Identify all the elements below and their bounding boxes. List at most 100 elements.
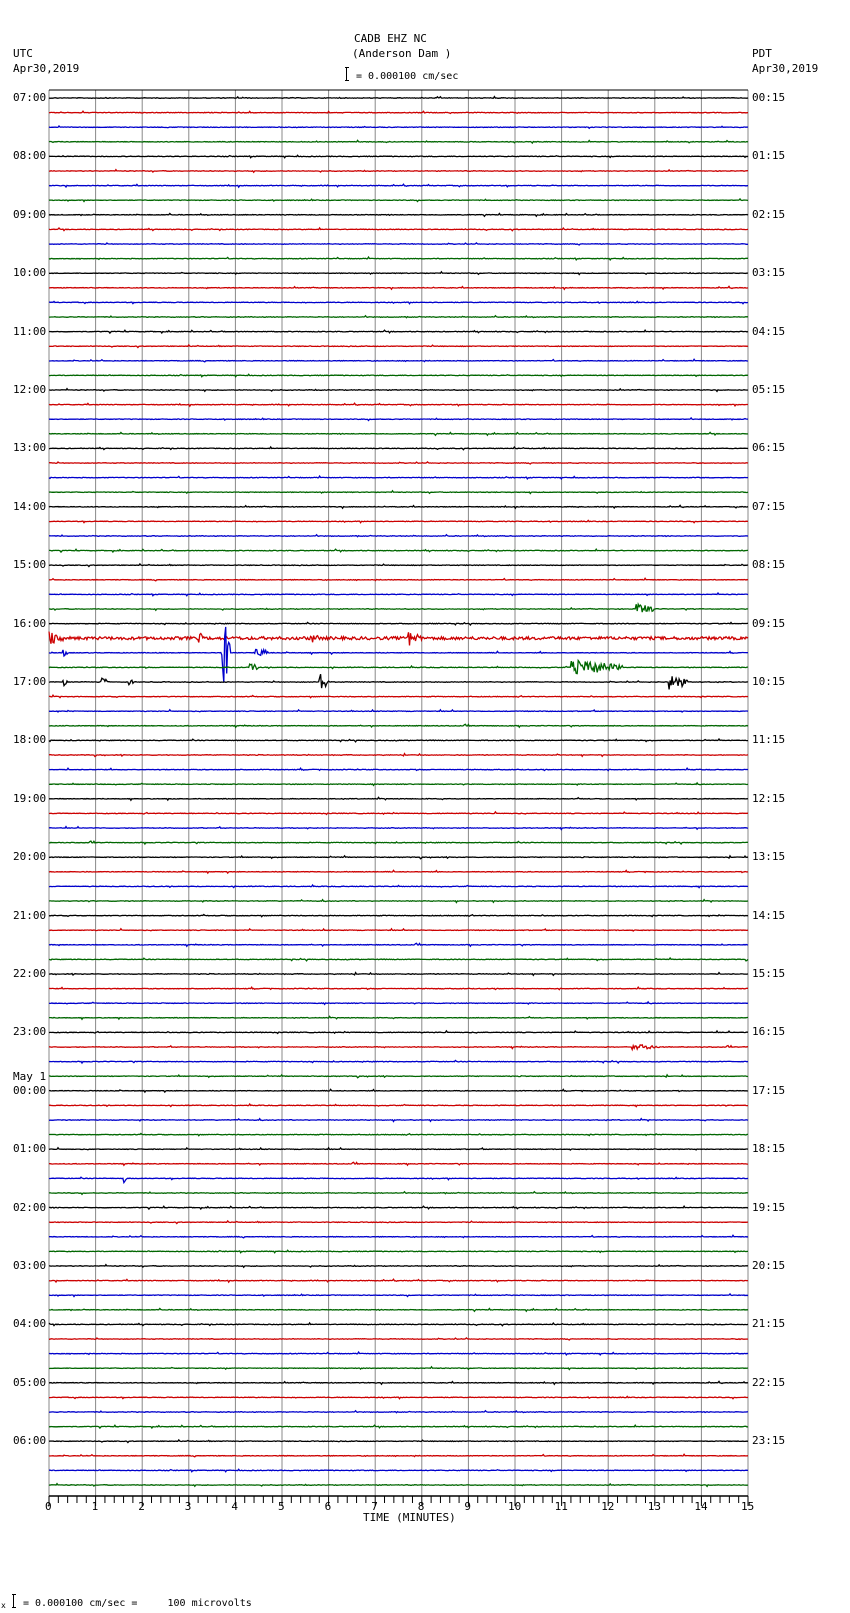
trace-line [48, 927, 749, 932]
trace-line [49, 1015, 748, 1021]
trace-line [48, 255, 748, 262]
trace-line [48, 402, 748, 408]
trace-line [48, 883, 749, 889]
trace-line [49, 1132, 748, 1137]
footer-scale-bar-icon [12, 1594, 16, 1608]
utc-time-label: 21:00 [13, 908, 47, 922]
trace-line [48, 1234, 749, 1239]
utc-time-label: 23:00 [13, 1025, 47, 1039]
trace-line [48, 1117, 749, 1123]
trace-line [49, 314, 748, 319]
footer-prefix: x [1, 1601, 6, 1610]
pdt-time-label: 16:15 [752, 1025, 786, 1039]
pdt-time-label: 21:15 [752, 1317, 786, 1331]
pdt-time-label: 12:15 [752, 791, 786, 805]
trace-line [48, 504, 749, 510]
pdt-time-label: 05:15 [752, 383, 786, 396]
trace-line [48, 1438, 749, 1444]
pdt-time-label: 14:15 [752, 908, 786, 922]
utc-time-label: 01:00 [13, 1142, 47, 1156]
trace-line [48, 737, 748, 743]
trace-line [48, 1190, 749, 1196]
utc-time-label: 19:00 [13, 791, 47, 805]
utc-time-label: 14:00 [13, 499, 47, 513]
trace-line [49, 461, 749, 465]
trace-line [48, 723, 749, 729]
trace-line [49, 445, 749, 451]
trace-line [49, 387, 749, 393]
trace-line [48, 1161, 748, 1167]
trace-line [48, 694, 749, 699]
trace-line [48, 1453, 748, 1458]
utc-time-label: 15:00 [13, 558, 47, 572]
pdt-time-label: 15:15 [752, 967, 786, 980]
pdt-time-label: 17:15 [752, 1083, 786, 1097]
trace-line [48, 168, 748, 174]
trace-line [48, 416, 749, 422]
trace-line [48, 986, 748, 991]
trace-line [48, 562, 749, 568]
trace-line [48, 810, 749, 816]
trace-line [48, 183, 748, 189]
trace-line [49, 796, 749, 802]
seismogram-plot [48, 89, 749, 1506]
trace-line [48, 1088, 749, 1094]
trace-line [48, 1000, 749, 1006]
trace-line [49, 1263, 749, 1269]
trace-line [49, 358, 748, 363]
trace-line [48, 1146, 749, 1151]
trace-line [48, 869, 749, 875]
pdt-time-label: 20:15 [752, 1259, 786, 1272]
pdt-time-label: 01:15 [752, 149, 786, 163]
utc-time-label: 12:00 [13, 383, 47, 396]
trace-line [48, 139, 749, 145]
x-tick-label: 15 [741, 1500, 755, 1513]
trace-line [48, 242, 748, 246]
trace-line [48, 942, 749, 948]
pdt-time-label: 22:15 [752, 1375, 786, 1389]
utc-time-label: 16:00 [13, 616, 47, 630]
trace-line [48, 489, 749, 495]
trace-line [48, 300, 749, 305]
utc-time-label: 13:00 [13, 441, 47, 455]
trace-line [48, 1176, 749, 1185]
trace-line [48, 1102, 748, 1108]
pdt-time-label: 06:15 [752, 441, 786, 455]
x-tick-label: 13 [647, 1500, 662, 1513]
trace-line [48, 154, 749, 159]
trace-line [49, 1395, 749, 1400]
pdt-time-label: 04:15 [752, 324, 786, 338]
pdt-time-label: 11:15 [752, 733, 786, 747]
trace-line [48, 197, 749, 203]
pdt-time-label: 19:15 [752, 1200, 786, 1214]
x-tick-label: 7 [371, 1500, 378, 1513]
trace-line [48, 110, 749, 115]
utc-time-label: 22:00 [13, 967, 47, 980]
trace-line [48, 343, 749, 349]
trace-line [48, 1321, 749, 1327]
trace-line [49, 431, 749, 437]
trace-line [48, 956, 749, 962]
pdt-time-label: 03:15 [752, 266, 786, 280]
utc-time-label: 07:00 [13, 91, 47, 104]
utc-time-label: 04:00 [13, 1317, 47, 1331]
x-tick-label: 3 [184, 1500, 192, 1513]
trace-line [48, 781, 749, 787]
utc-time-label: 09:00 [13, 207, 47, 221]
pdt-time-label: 07:15 [752, 499, 786, 513]
trace-line [48, 1219, 749, 1225]
trace-line [48, 1307, 749, 1313]
trace-line [48, 212, 749, 218]
x-tick-label: 0 [45, 1500, 52, 1513]
trace-line [48, 1205, 749, 1211]
trace-line [49, 373, 749, 378]
utc-time-label: 00:00 [13, 1083, 47, 1097]
trace-line [48, 913, 749, 918]
trace-line [48, 621, 749, 627]
utc-time-label: 08:00 [13, 149, 47, 163]
trace-line [48, 95, 749, 100]
trace-line [49, 674, 749, 690]
x-tick-label: 12 [601, 1500, 615, 1513]
trace-line [48, 270, 749, 276]
trace-line [48, 601, 749, 613]
